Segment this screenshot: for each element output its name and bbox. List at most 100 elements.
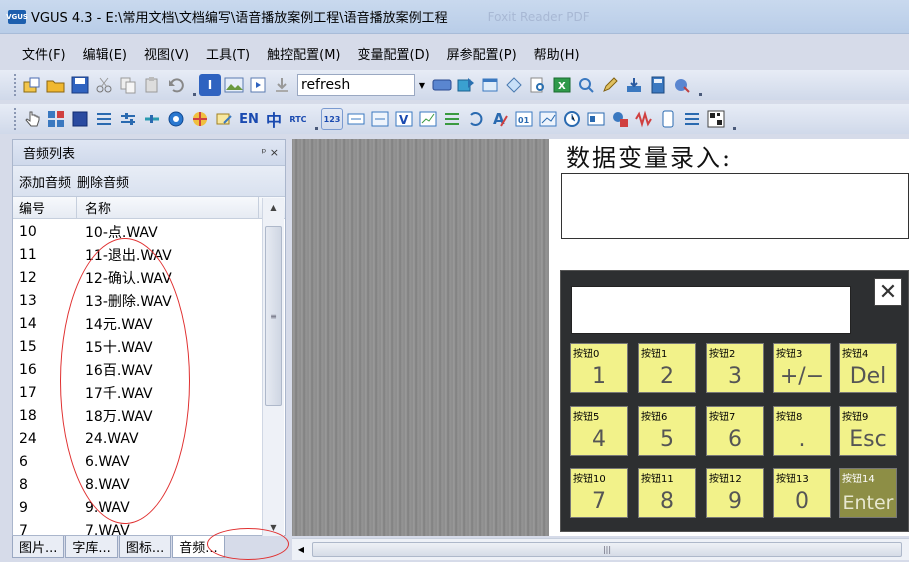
rtc-clock-icon[interactable]: RTC: [287, 108, 309, 130]
tab-fonts[interactable]: 字库...: [65, 536, 118, 558]
menu-file[interactable]: 文件(F): [22, 44, 66, 63]
edit-control-icon[interactable]: [213, 108, 235, 130]
text-input-icon[interactable]: [369, 108, 391, 130]
command-combo[interactable]: ▼: [297, 74, 429, 96]
keypad-key[interactable]: 按钮11 8: [638, 468, 696, 518]
keypad-key[interactable]: 按钮13 0: [773, 468, 831, 518]
open-folder-icon[interactable]: [45, 74, 67, 96]
column-header-number[interactable]: 编号: [13, 197, 77, 218]
menu-control-icon[interactable]: [585, 108, 607, 130]
keypad-key[interactable]: 按钮5 4: [570, 406, 628, 456]
horizontal-scroll-thumb[interactable]: |||: [312, 542, 902, 557]
close-icon[interactable]: ✕: [874, 278, 902, 306]
rotate-icon[interactable]: [465, 108, 487, 130]
english-input-icon[interactable]: EN: [237, 108, 261, 130]
data-entry-display[interactable]: [561, 173, 909, 239]
horizontal-scrollbar[interactable]: ◀ |||: [292, 538, 909, 560]
menu-touch-config[interactable]: 触控配置(M): [267, 44, 340, 63]
chinese-input-icon[interactable]: 中: [263, 108, 285, 130]
menu-view[interactable]: 视图(V): [144, 44, 189, 63]
qr-code-icon[interactable]: [705, 108, 727, 130]
phone-icon[interactable]: [657, 108, 679, 130]
trend-icon[interactable]: [537, 108, 559, 130]
excel-icon[interactable]: X: [551, 74, 573, 96]
keyboard-icon[interactable]: [431, 74, 453, 96]
font-color-icon[interactable]: A: [489, 108, 511, 130]
delete-audio-button[interactable]: 删除音频: [77, 172, 129, 191]
toolbar-grip[interactable]: [14, 74, 18, 96]
list-item[interactable]: 18 18万.WAV: [13, 404, 261, 427]
list-item[interactable]: 8 8.WAV: [13, 473, 261, 496]
list-item[interactable]: 6 6.WAV: [13, 450, 261, 473]
keypad-key[interactable]: 按钮9 Esc: [839, 406, 897, 456]
chevron-down-icon[interactable]: ▼: [415, 74, 429, 96]
settings-brush-icon[interactable]: [671, 74, 693, 96]
table-icon[interactable]: [441, 108, 463, 130]
command-combo-input[interactable]: [297, 74, 415, 96]
list-item[interactable]: 15 15十.WAV: [13, 335, 261, 358]
window-icon[interactable]: [479, 74, 501, 96]
text-tool-icon[interactable]: I: [199, 74, 221, 96]
waveform-icon[interactable]: [633, 108, 655, 130]
list-item[interactable]: 13 13-删除.WAV: [13, 289, 261, 312]
numeric-input-icon[interactable]: 123: [321, 108, 343, 130]
menu-edit[interactable]: 编辑(E): [83, 44, 127, 63]
keypad-key[interactable]: 按钮12 9: [706, 468, 764, 518]
list-menu-icon[interactable]: [681, 108, 703, 130]
download-icon[interactable]: [623, 74, 645, 96]
copy-icon[interactable]: [117, 74, 139, 96]
button-control-icon[interactable]: [69, 108, 91, 130]
text-display-icon[interactable]: [345, 108, 367, 130]
keypad-key[interactable]: 按钮10 7: [570, 468, 628, 518]
keypad-key[interactable]: 按钮7 6: [706, 406, 764, 456]
variable-icon[interactable]: V: [393, 108, 415, 130]
grid-control-icon[interactable]: [45, 108, 67, 130]
keypad-key[interactable]: 按钮8.: [773, 406, 831, 456]
scroll-left-icon[interactable]: ◀: [292, 545, 310, 554]
chart-curve-icon[interactable]: [417, 108, 439, 130]
pin-close-icon[interactable]: ᵖ ×: [262, 146, 279, 159]
list-item[interactable]: 17 17千.WAV: [13, 381, 261, 404]
scroll-down-icon[interactable]: ▼: [263, 518, 284, 536]
keypad-display[interactable]: [571, 286, 851, 334]
menu-help[interactable]: 帮助(H): [534, 44, 580, 63]
calculator-icon[interactable]: [647, 74, 669, 96]
search-document-icon[interactable]: [527, 74, 549, 96]
keypad-key[interactable]: 按钮4 Del: [839, 343, 897, 393]
scroll-up-icon[interactable]: ▲: [263, 198, 284, 216]
tab-images[interactable]: 图片...: [12, 536, 65, 558]
tab-icons[interactable]: 图标...: [118, 536, 172, 558]
shape-icon[interactable]: [503, 74, 525, 96]
add-audio-button[interactable]: 添加音频: [19, 172, 71, 191]
download-arrow-icon[interactable]: [271, 74, 293, 96]
keypad-key[interactable]: 按钮3 +/−: [773, 343, 831, 393]
list-item[interactable]: 10 10-点.WAV: [13, 220, 261, 243]
export-icon[interactable]: [455, 74, 477, 96]
new-project-icon[interactable]: [21, 74, 43, 96]
list-item[interactable]: 9 9.WAV: [13, 496, 261, 519]
toolbar-grip[interactable]: [14, 108, 18, 130]
audio-control-icon[interactable]: [609, 108, 631, 130]
list-control-icon[interactable]: [93, 108, 115, 130]
image-tool-icon[interactable]: [223, 74, 245, 96]
keypad-key[interactable]: 按钮14 Enter: [839, 468, 897, 518]
vertical-scrollbar[interactable]: ▲ ≡ ▼: [262, 198, 284, 536]
menu-variable-config[interactable]: 变量配置(D): [358, 44, 430, 63]
menu-screen-config[interactable]: 屏参配置(P): [447, 44, 517, 63]
gauge-control-icon[interactable]: [165, 108, 187, 130]
slider-control-icon[interactable]: [117, 108, 139, 130]
paste-icon[interactable]: [141, 74, 163, 96]
list-item[interactable]: 12 12-确认.WAV: [13, 266, 261, 289]
menu-tools[interactable]: 工具(T): [206, 44, 250, 63]
data-field-icon[interactable]: 01: [513, 108, 535, 130]
clock-icon[interactable]: [561, 108, 583, 130]
tab-audio[interactable]: 音频...: [172, 536, 225, 558]
save-icon[interactable]: [69, 74, 91, 96]
progress-control-icon[interactable]: [141, 108, 163, 130]
list-item[interactable]: 24 24.WAV: [13, 427, 261, 450]
keypad-key[interactable]: 按钮6 5: [638, 406, 696, 456]
pen-icon[interactable]: [599, 74, 621, 96]
preview-icon[interactable]: [247, 74, 269, 96]
touch-hand-icon[interactable]: [21, 108, 43, 130]
keypad-key[interactable]: 按钮1 2: [638, 343, 696, 393]
